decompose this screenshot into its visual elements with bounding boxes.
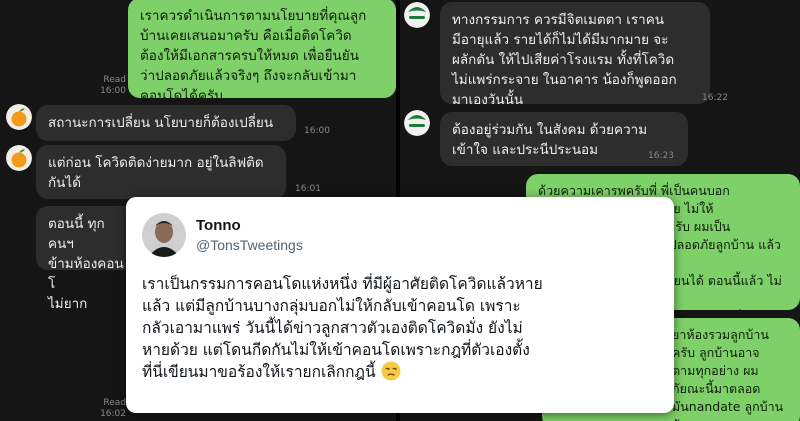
message-time: 16:01 xyxy=(295,184,321,194)
tweet-author-name[interactable]: Tonno xyxy=(196,217,241,234)
message-read-status: Read 16:02 xyxy=(100,398,126,419)
green-leaf-avatar-icon[interactable] xyxy=(404,110,430,136)
message-time: 16:23 xyxy=(648,151,674,161)
unamused-face-emoji-icon xyxy=(381,361,401,381)
tweet-text: เราเป็นกรรมการคอนโดแห่งหนึ่ง ที่มีผู้อาศ… xyxy=(142,275,543,381)
incoming-message-bubble[interactable]: ทางกรรมการ ควรมีจิตเมตตา เราคน มีอายุแล้… xyxy=(440,2,710,108)
outgoing-message-bubble[interactable]: เราควรดำเนินการตามนโยบายที่คุณลูก บ้านเค… xyxy=(128,0,396,104)
orange-fruit-avatar-icon[interactable] xyxy=(6,145,32,171)
orange-fruit-avatar-icon[interactable] xyxy=(6,104,32,130)
tweet-author-handle[interactable]: @TonsTweetings xyxy=(196,237,303,253)
green-leaf-avatar-icon[interactable] xyxy=(404,2,430,28)
user-avatar[interactable] xyxy=(142,213,186,257)
incoming-message-bubble[interactable]: แต่ก่อน โควิดติดง่ายมาก อยู่ในลิฟติด กัน… xyxy=(36,145,286,199)
message-time: 16:00 xyxy=(304,126,330,136)
incoming-message-bubble[interactable]: สถานะการเปลี่ยน นโยบายก็ต้องเปลี่ยน xyxy=(36,105,296,141)
incoming-message-bubble[interactable]: ตอนนี้ ทุกคนฯ ข้ามห้องคอนโ ไม่ยาก xyxy=(36,206,136,312)
tweet-card[interactable]: Tonno @TonsTweetings เราเป็นกรรมการคอนโด… xyxy=(126,197,674,413)
message-read-status: Read 16:00 xyxy=(100,75,126,96)
message-time: 16:22 xyxy=(702,93,728,103)
